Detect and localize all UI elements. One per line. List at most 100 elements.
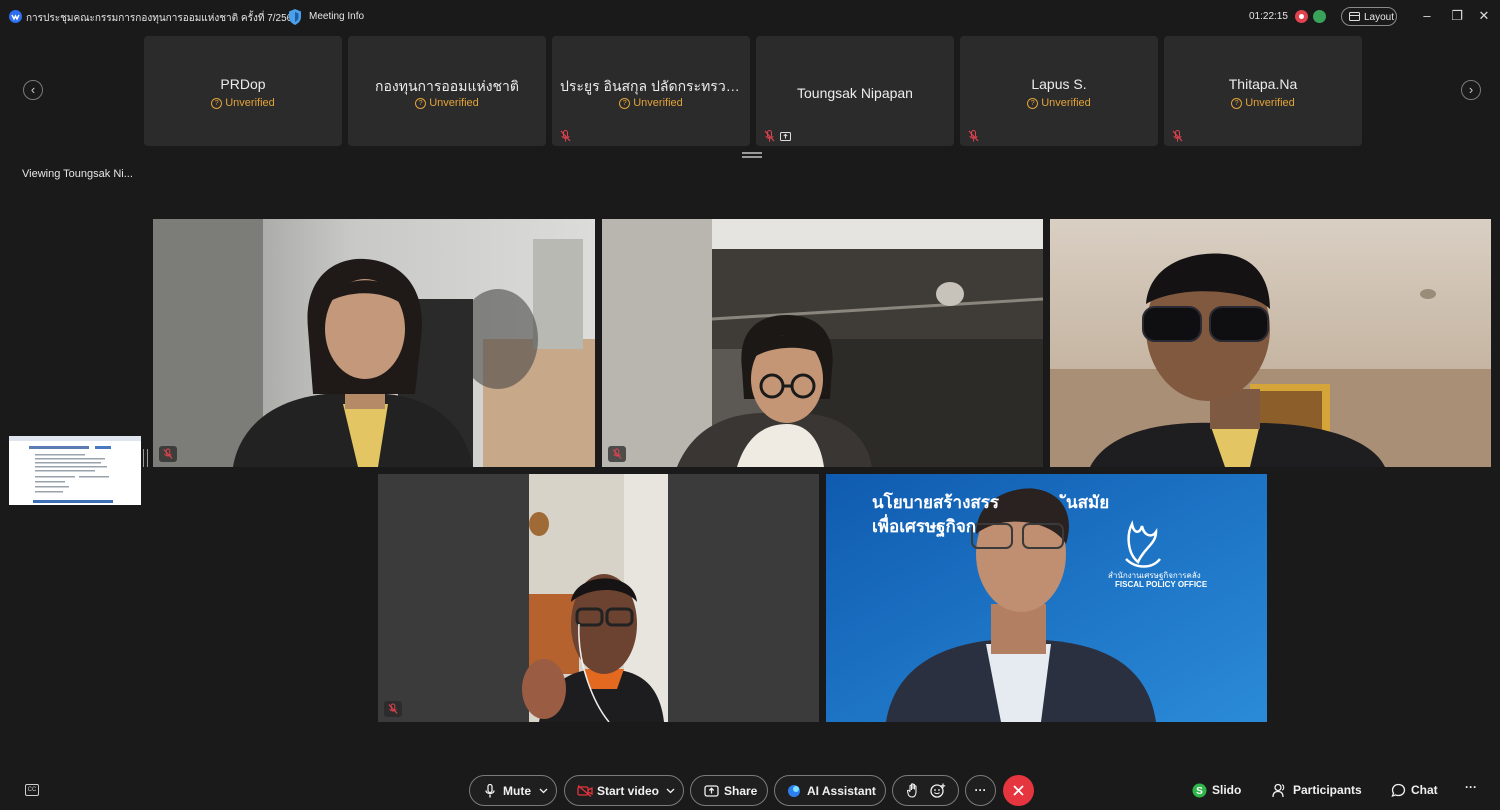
mute-button[interactable]: Mute	[469, 775, 557, 806]
chat-icon	[1391, 783, 1406, 798]
mic-muted-icon	[560, 130, 571, 142]
participant-card[interactable]: Toungsak Nipapan	[756, 36, 954, 146]
video-tile[interactable]	[153, 219, 595, 467]
share-screen-icon	[704, 785, 719, 797]
video-tile[interactable]	[602, 219, 1043, 467]
webex-logo-icon	[9, 10, 22, 23]
info-icon: ?	[619, 98, 631, 109]
close-icon	[1013, 785, 1024, 796]
participant-card[interactable]: PRDop ? Unverified	[144, 36, 342, 146]
meeting-timer: 01:22:15	[1249, 11, 1288, 22]
meeting-title: การประชุมคณะกรรมการกองทุนการออมแห่งชาติ …	[26, 13, 298, 24]
participants-label: Participants	[1293, 783, 1362, 797]
unverified-badge: ? Unverified	[1164, 97, 1362, 109]
shared-content-thumbnail[interactable]	[9, 436, 141, 505]
share-button[interactable]: Share	[690, 775, 768, 806]
title-bar: การประชุมคณะกรรมการกองทุนการออมแห่งชาติ …	[0, 0, 1500, 34]
video-tile[interactable]	[1050, 219, 1491, 467]
participant-card[interactable]: ประยูร อินสกุล ปลัดกระทรวง... ? Unverifie…	[552, 36, 750, 146]
unverified-badge: ? Unverified	[960, 97, 1158, 109]
minimize-button[interactable]: –	[1419, 8, 1435, 24]
ai-assistant-button[interactable]: AI Assistant	[774, 775, 886, 806]
captions-icon[interactable]: CC	[25, 784, 39, 796]
participant-name: ประยูร อินสกุล ปลัดกระทรวง...	[560, 78, 745, 94]
participants-icon	[1272, 783, 1285, 798]
mic-muted-indicator	[608, 446, 626, 462]
emoji-reaction-icon[interactable]	[930, 783, 946, 799]
mic-muted-icon	[968, 130, 979, 142]
participant-card[interactable]: กองทุนการออมแห่งชาติ ? Unverified	[348, 36, 546, 146]
info-icon: ?	[1027, 98, 1039, 109]
share-label: Share	[724, 784, 758, 798]
participant-name: Toungsak Nipapan	[797, 85, 913, 101]
participant-video	[602, 219, 1043, 467]
chat-label: Chat	[1411, 783, 1438, 797]
unverified-badge: ? Unverified	[552, 97, 750, 109]
mic-muted-icon	[163, 448, 173, 459]
raise-hand-icon[interactable]	[907, 783, 919, 798]
participant-name: Lapus S.	[1031, 76, 1087, 92]
mic-muted-icon	[764, 130, 775, 142]
slido-label: Slido	[1212, 783, 1242, 797]
strip-resize-handle[interactable]	[742, 152, 762, 158]
video-tile[interactable]: นโยบายสร้างสรร ันสมัย เพื่อเศรษฐกิจก สำน…	[826, 474, 1267, 722]
unverified-badge: ? Unverified	[348, 97, 546, 109]
slide-heading-line1-end: ันสมัย	[1066, 493, 1110, 512]
document-thumbnail-image	[9, 436, 141, 503]
strip-next-button[interactable]: ›	[1461, 80, 1481, 100]
strip-prev-button[interactable]: ‹	[23, 80, 43, 100]
mic-muted-indicator	[384, 701, 402, 717]
layout-button[interactable]: Layout	[1341, 7, 1397, 26]
info-icon: ?	[415, 98, 427, 109]
mic-muted-indicator	[159, 446, 177, 462]
video-off-icon	[577, 785, 593, 797]
more-options-button[interactable]: ···	[965, 775, 996, 806]
participants-button[interactable]: Participants	[1272, 783, 1362, 798]
overflow-menu-button[interactable]: ···	[1465, 780, 1477, 794]
recording-icon	[1295, 10, 1308, 23]
start-video-button[interactable]: Start video	[564, 775, 684, 806]
org-name-english: FISCAL POLICY OFFICE	[1115, 580, 1208, 589]
slido-button[interactable]: S Slido	[1192, 783, 1242, 798]
slido-icon: S	[1192, 783, 1207, 798]
participant-name: Thitapa.Na	[1228, 76, 1298, 92]
participant-name: กองทุนการออมแห่งชาติ	[375, 78, 519, 94]
end-call-button[interactable]	[1003, 775, 1034, 806]
participant-video	[378, 474, 819, 722]
layout-icon	[1349, 12, 1360, 21]
ai-assistant-icon	[788, 785, 800, 797]
start-video-label: Start video	[597, 784, 660, 798]
reactions-group[interactable]	[892, 775, 959, 806]
participant-video	[1050, 219, 1491, 467]
shield-icon[interactable]	[288, 9, 302, 25]
participant-name: PRDop	[220, 76, 266, 92]
more-options-glyph: ···	[974, 783, 987, 797]
unverified-badge: ? Unverified	[144, 97, 342, 109]
chat-button[interactable]: Chat	[1391, 783, 1438, 798]
mic-muted-icon	[612, 448, 622, 459]
microphone-icon	[485, 784, 495, 798]
viewing-label: Viewing Toungsak Ni...	[22, 168, 133, 180]
mute-label: Mute	[503, 784, 531, 798]
screen-share-icon	[780, 132, 791, 141]
chevron-down-icon[interactable]	[666, 788, 675, 794]
ai-assistant-label: AI Assistant	[807, 784, 876, 798]
meeting-info-button[interactable]: Meeting Info	[309, 11, 364, 22]
slide-heading-line2: เพื่อเศรษฐกิจก	[872, 517, 977, 536]
svg-text:S: S	[1196, 786, 1203, 797]
participant-card[interactable]: Lapus S. ? Unverified	[960, 36, 1158, 146]
avatar[interactable]	[1313, 10, 1326, 23]
video-tile[interactable]	[378, 474, 819, 722]
chevron-down-icon[interactable]	[539, 788, 548, 794]
close-window-button[interactable]: ✕	[1476, 8, 1492, 24]
thumbnail-resize-handle[interactable]	[143, 449, 148, 467]
info-icon: ?	[211, 98, 223, 109]
info-icon: ?	[1231, 98, 1243, 109]
participant-video	[153, 219, 595, 467]
mic-muted-icon	[1172, 130, 1183, 142]
layout-label: Layout	[1364, 12, 1395, 23]
mic-muted-icon	[388, 703, 398, 714]
slide-heading-line1: นโยบายสร้างสรร	[872, 493, 1000, 512]
participant-card[interactable]: Thitapa.Na ? Unverified	[1164, 36, 1362, 146]
restore-button[interactable]: ❐	[1449, 8, 1465, 24]
